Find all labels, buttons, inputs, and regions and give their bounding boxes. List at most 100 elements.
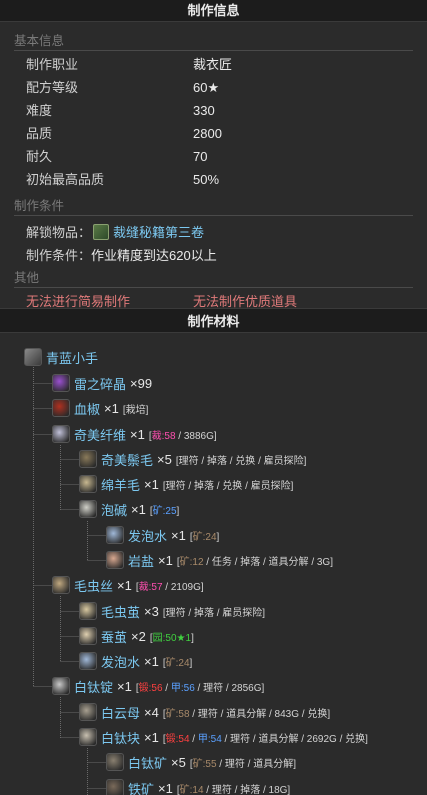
material-source: [矿:24] [190,528,219,543]
salt-icon [106,551,124,569]
material-name[interactable]: 白钛锭 [74,677,113,696]
source-part: 甲:56 [170,682,195,694]
basic-info-value: 2800 [193,126,222,141]
source-part: / 理符 / 掉落 / 18G] [203,784,291,795]
material-name[interactable]: 青蓝小手 [46,348,98,367]
source-part: / 理符 / 道具分解] [216,758,296,770]
source-part: [栽培] [122,404,149,416]
unlock-item-link[interactable]: 裁缝秘籍第三卷 [113,222,204,241]
basic-info-value: 70 [193,149,208,164]
material-name[interactable]: 奇美鬃毛 [101,450,153,469]
material-name[interactable]: 毛虫茧 [101,602,140,621]
source-part: [理符 / 掉落 / 雇员探险] [162,607,266,619]
basic-info-key: 品质 [26,126,53,141]
material-node[interactable]: 泡碱 ×1 [矿:25] [79,499,179,519]
mane-icon [79,450,97,468]
material-source: [理符 / 掉落 / 雇员探险] [163,604,265,619]
material-name[interactable]: 泡碱 [101,500,127,519]
material-name[interactable]: 绵羊毛 [101,475,140,494]
source-part: / 2109G] [162,581,204,593]
material-node[interactable]: 发泡水 ×1 [矿:24] [79,651,192,671]
material-node[interactable]: 绵羊毛 ×1 [理符 / 掉落 / 兑换 / 雇员探险] [79,474,293,494]
material-qty: ×1 [144,729,159,745]
material-node[interactable]: 蚕茧 ×2 [园:50★1] [79,626,194,646]
info-header: 制作信息 [0,0,427,22]
basic-info-key: 配方等级 [26,80,79,95]
material-name[interactable]: 白钛块 [101,728,140,747]
other-title: 其他 [14,267,413,288]
material-node[interactable]: 白云母 ×4 [矿:58 / 理符 / 道具分解 / 843G / 兑换] [79,702,330,722]
material-qty: ×2 [131,628,146,644]
basic-info-value: 60★ [193,80,220,95]
material-node[interactable]: 奇美纤维 ×1 [裁:58 / 3886G] [52,424,217,444]
source-part: 锻:56 [138,682,163,694]
material-name[interactable]: 白云母 [101,703,140,722]
material-qty: ×1 [117,678,132,694]
basic-info-row: 品质 2800 [0,122,427,145]
material-qty: ×1 [144,476,159,492]
basic-info-row: 配方等级 60★ [0,76,427,99]
material-node[interactable]: 岩盐 ×1 [矿:12 / 任务 / 掉落 / 道具分解 / 3G] [106,550,333,570]
material-node[interactable]: 白钛矿 ×5 [矿:55 / 理符 / 道具分解] [106,752,296,772]
basic-info-key: 制作职业 [26,57,79,72]
material-node[interactable]: 白钛块 ×1 [锻:54 / 甲:54 / 理符 / 道具分解 / 2692G / … [79,727,368,747]
material-node[interactable]: 铁矿 ×1 [矿:14 / 理符 / 掉落 / 18G] [106,778,290,795]
source-part: 锻:54 [165,733,190,745]
weapon-icon [24,348,42,366]
source-part: / 理符 / 道具分解 / 843G / 兑换] [189,708,331,720]
material-node[interactable]: 奇美鬃毛 ×5 [理符 / 掉落 / 兑换 / 雇员探险] [79,449,306,469]
material-name[interactable]: 毛虫丝 [74,576,113,595]
source-part: [理符 / 掉落 / 兑换 / 雇员探险] [162,480,294,492]
material-source: [理符 / 掉落 / 兑换 / 雇员探险] [163,477,294,492]
material-name[interactable]: 奇美纤维 [74,425,126,444]
material-name[interactable]: 血椒 [74,399,100,418]
material-node[interactable]: 青蓝小手 [24,347,98,367]
material-source: [矿:24] [163,654,192,669]
material-name[interactable]: 岩盐 [128,551,154,570]
material-node[interactable]: 雷之碎晶 ×99 [52,373,152,393]
condition-label: 制作条件： [26,248,92,263]
material-qty: ×1 [171,527,186,543]
basic-info-key: 耐久 [26,149,53,164]
material-qty: ×1 [131,501,146,517]
material-qty: ×1 [130,426,145,442]
source-part: 裁:58 [151,430,176,442]
material-qty: ×1 [117,577,132,593]
source-part: / 任务 / 掉落 / 道具分解 / 3G] [203,556,333,568]
material-source: [矿:58 / 理符 / 道具分解 / 843G / 兑换] [163,705,330,720]
cocoon-icon [79,602,97,620]
material-node[interactable]: 毛虫茧 ×3 [理符 / 掉落 / 雇员探险] [79,601,265,621]
basic-info-key: 难度 [26,103,53,118]
source-part: 甲:54 [197,733,222,745]
material-name[interactable]: 雷之碎晶 [74,374,126,393]
material-node[interactable]: 发泡水 ×1 [矿:24] [106,525,219,545]
material-name[interactable]: 蚕茧 [101,627,127,646]
material-name[interactable]: 白钛矿 [128,753,167,772]
source-part: 矿:25 [152,505,177,517]
ingot-icon [52,677,70,695]
material-source: [园:50★1] [150,629,194,644]
material-source: [矿:14 / 理符 / 掉落 / 18G] [177,781,290,795]
mica-icon [79,703,97,721]
source-part: 裁:57 [138,581,163,593]
source-part: [理符 / 掉落 / 兑换 / 雇员探险] [175,455,307,467]
material-source: [矿:55 / 理符 / 道具分解] [190,755,296,770]
cocoon-icon [79,627,97,645]
material-source: [栽培] [123,401,149,416]
source-part: ] [216,531,220,543]
material-name[interactable]: 发泡水 [128,526,167,545]
material-source: [锻:54 / 甲:54 / 理符 / 道具分解 / 2692G / 兑换] [163,730,368,745]
material-qty: ×1 [144,653,159,669]
material-name[interactable]: 铁矿 [128,779,154,795]
material-node[interactable]: 白钛锭 ×1 [锻:56 / 甲:56 / 理符 / 2856G] [52,676,264,696]
source-part: ] [189,657,193,669]
material-name[interactable]: 发泡水 [101,652,140,671]
material-node[interactable]: 毛虫丝 ×1 [裁:57 / 2109G] [52,575,204,595]
material-qty: ×5 [171,754,186,770]
basic-info-title: 基本信息 [14,30,413,51]
material-source: [矿:25] [150,502,179,517]
condition-value: 作业精度到达620以上 [91,248,217,263]
book-icon [93,223,110,240]
material-source: [理符 / 掉落 / 兑换 / 雇员探险] [176,452,307,467]
material-node[interactable]: 血椒 ×1 [栽培] [52,398,148,418]
